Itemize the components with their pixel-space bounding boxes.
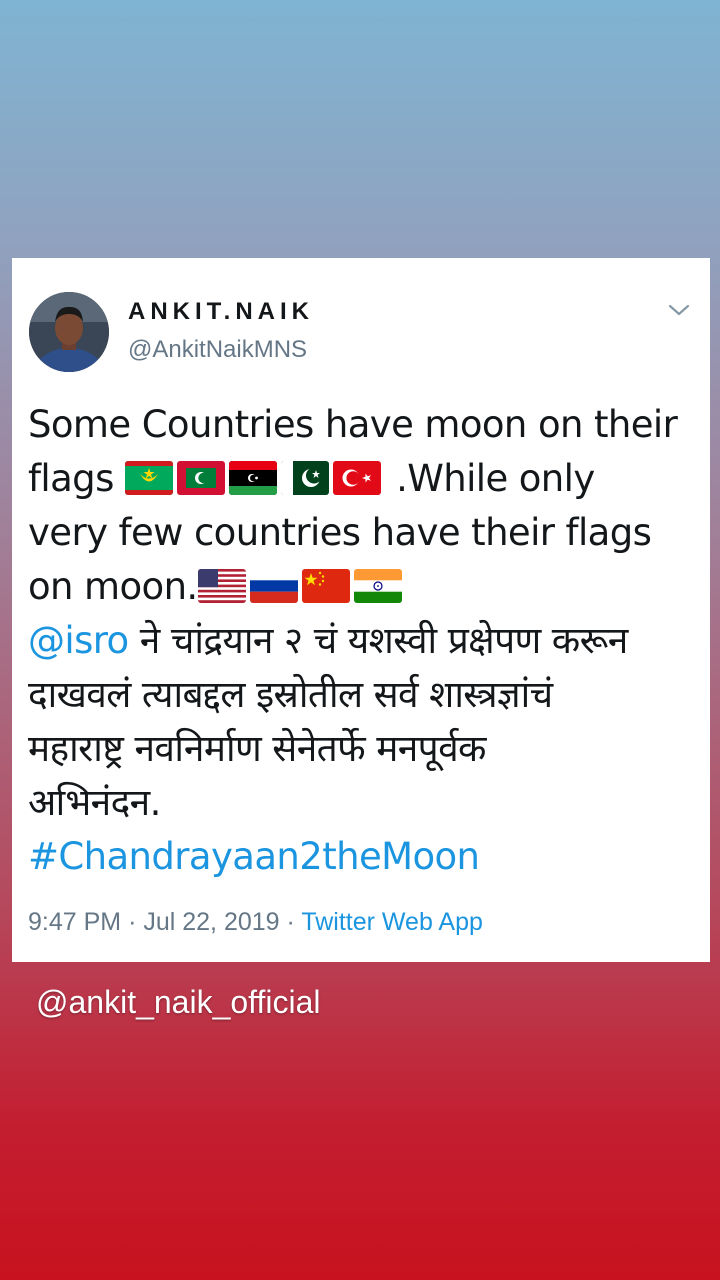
russia-flag-icon <box>249 569 298 603</box>
display-name[interactable]: ANKIT.NAIK <box>128 298 314 326</box>
mauritania-flag-icon <box>124 461 173 495</box>
avatar[interactable] <box>29 292 109 372</box>
turkey-flag-icon <box>332 461 381 495</box>
source-app-link[interactable]: Twitter Web App <box>301 908 483 936</box>
user-handle[interactable]: @AnkitNaikMNS <box>128 336 307 364</box>
india-flag-icon <box>353 569 402 603</box>
tweet-text-segment: ने चांद्रयान २ चं यशस्वी प्रक्षेपण करून <box>128 619 629 662</box>
watermark-handle: @ankit_naik_official <box>36 984 321 1020</box>
tweet-line: flags .While only <box>28 452 700 506</box>
usa-flag-icon <box>197 569 246 603</box>
meta-separator: · <box>128 908 137 936</box>
tweet-text-segment: flags <box>28 457 114 500</box>
tweet-line: दाखवलं त्याबद्दल इस्रोतील सर्व शास्त्रज्… <box>28 673 553 716</box>
libya-flag-icon <box>228 461 277 495</box>
china-flag-icon <box>301 569 350 603</box>
tweet-text-segment: on moon. <box>28 565 198 608</box>
maldives-flag-icon <box>176 461 225 495</box>
tweet-line: @isro ने चांद्रयान २ चं यशस्वी प्रक्षेपण… <box>28 614 700 668</box>
meta-separator: · <box>286 908 295 936</box>
tweet-line: Some Countries have moon on their <box>28 403 678 446</box>
hashtag-link[interactable]: #Chandrayaan2theMoon <box>28 830 700 884</box>
tweet-card: ANKIT.NAIK @AnkitNaikMNS Some Countries … <box>12 258 710 962</box>
avatar-photo <box>29 292 109 372</box>
pakistan-flag-icon <box>280 461 329 495</box>
mention-link[interactable]: @isro <box>28 619 129 662</box>
tweet-line: महाराष्ट्र नवनिर्माण सेनेतर्फे मनपूर्वक <box>28 727 486 770</box>
tweet-date[interactable]: Jul 22, 2019 <box>143 908 279 936</box>
tweet-line: on moon. <box>28 560 700 614</box>
tweet-metadata: 9:47 PM · Jul 22, 2019 · Twitter Web App <box>28 908 483 937</box>
chevron-down-icon[interactable] <box>664 298 694 322</box>
tweet-line: very few countries have their flags <box>28 511 652 554</box>
tweet-line: अभिनंदन. <box>28 781 161 824</box>
tweet-body: Some Countries have moon on their flags … <box>28 398 700 884</box>
tweet-text-segment: .While only <box>384 457 595 500</box>
tweet-time[interactable]: 9:47 PM <box>28 908 121 936</box>
